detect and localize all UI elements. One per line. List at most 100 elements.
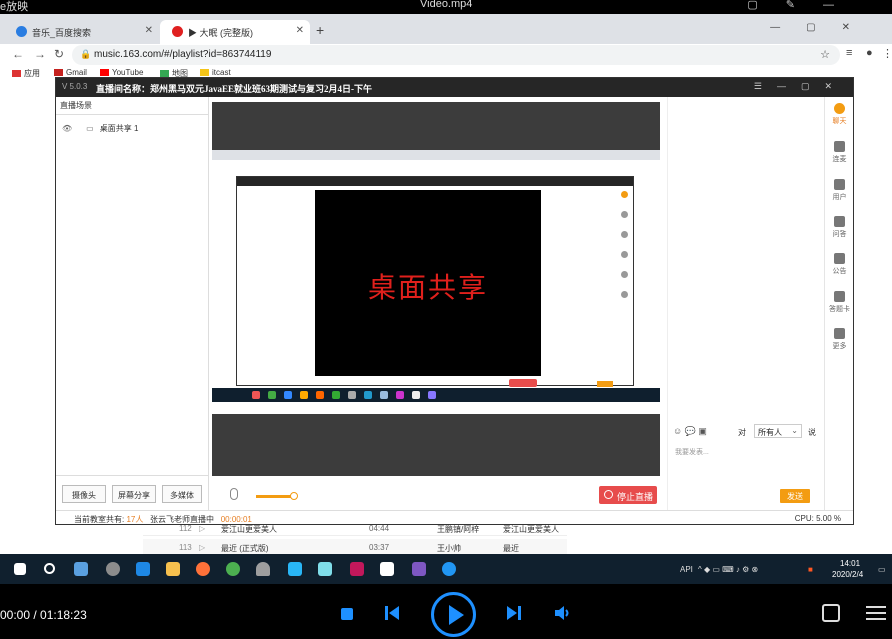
phone-icon (834, 141, 845, 152)
tab-netease-music[interactable]: ▶ 大眠 (完整版) ✕ (160, 20, 310, 44)
netease-favicon-icon (172, 26, 183, 37)
bookmark-itcast[interactable]: itcast (200, 68, 231, 77)
live-preview: 桌面共享 ↖ (212, 102, 660, 485)
scenes-title: 直播场景 (60, 101, 92, 110)
mic-volume-knob[interactable] (290, 492, 298, 500)
notice-icon (834, 253, 845, 264)
feather-icon[interactable] (412, 562, 426, 576)
url-text: music.163.com/#/playlist?id=863744119 (94, 49, 272, 60)
tab-baidu-search[interactable]: 音乐_百度搜索 ✕ (4, 20, 159, 44)
capture-address-bar (212, 160, 660, 168)
close-tab-icon[interactable]: ✕ (296, 25, 304, 36)
clock-time[interactable]: 14:01 (840, 559, 860, 568)
forward-icon[interactable]: → (34, 47, 46, 61)
maps-icon (160, 70, 169, 77)
screen-share-button[interactable]: 屏幕分享 (112, 485, 156, 503)
reload-icon[interactable]: ↻ (54, 47, 64, 61)
bookmark-gmail[interactable]: Gmail (54, 68, 87, 77)
side-item-chat[interactable]: 聊天 (825, 103, 854, 126)
lock-icon: 🔒 (80, 49, 92, 59)
tab-strip: 音乐_百度搜索 ✕ ▶ 大眠 (完整版) ✕ + —▢✕ (0, 14, 892, 44)
close-tab-icon[interactable]: ✕ (145, 25, 153, 36)
recipient-select[interactable]: 所有人 ⌄ (754, 424, 802, 438)
grid-icon (834, 328, 845, 339)
url-field[interactable]: 🔒 music.163.com/#/playlist?id=863744119 … (72, 45, 840, 65)
browser-window-controls[interactable]: —▢✕ (770, 22, 876, 33)
play-icon (449, 605, 464, 625)
chat-icon (834, 103, 845, 114)
stop-icon[interactable] (341, 608, 353, 620)
capture-stop-button (509, 379, 537, 387)
play-button[interactable] (431, 592, 476, 637)
capture-taskbar (212, 388, 660, 402)
notes-icon[interactable] (318, 562, 332, 576)
bookmark-apps[interactable]: 应用 (12, 68, 40, 79)
notification-icon[interactable]: ▭ (878, 565, 886, 574)
tray-icons[interactable]: ^ ◆ ▭ ⌨ ♪ ⚙ ⊗ (698, 565, 758, 574)
tray-s-icon[interactable]: ■ (808, 565, 813, 574)
settings-sliders-icon[interactable] (866, 604, 886, 622)
play-icon[interactable]: ▷ (199, 524, 205, 533)
windows-start-icon[interactable] (14, 563, 26, 575)
bookmark-youtube[interactable]: YouTube (100, 68, 143, 77)
api-tray-label: API (680, 565, 693, 574)
live-app-window: V 5.0.3 直播间名称：郑州黑马双元JavaEE就业班63期测试与复习2月4… (55, 77, 854, 525)
search-icon[interactable] (44, 563, 55, 574)
profile-icon[interactable]: ● (866, 47, 873, 59)
side-item-answer-card[interactable]: 答题卡 (825, 291, 854, 314)
online-count: 17人 (126, 515, 144, 524)
stop-live-button[interactable]: 停止直播 (599, 486, 657, 504)
camera-button[interactable]: 摄像头 (62, 485, 106, 503)
screenshot-icon[interactable] (822, 604, 840, 622)
chat-toolbar-icons[interactable]: ☺ 💬 ▣ (673, 426, 707, 437)
settings-icon[interactable] (106, 562, 120, 576)
intellij-icon[interactable] (350, 562, 364, 576)
side-item-users[interactable]: 用户 (825, 179, 854, 202)
send-button[interactable]: 发送 (780, 489, 810, 503)
task-view-icon[interactable] (74, 562, 88, 576)
file-explorer-icon[interactable] (166, 562, 180, 576)
table-row[interactable]: 113 ▷ 最近 (正式版) 03:37 王小帅 最近 (143, 539, 567, 555)
bookmark-star-icon[interactable]: ☆ (820, 48, 830, 61)
menu-icon[interactable]: ⋮ (882, 47, 892, 60)
back-icon[interactable]: ← (12, 47, 24, 61)
previous-icon[interactable] (384, 605, 400, 621)
eye-icon[interactable]: 👁 (62, 124, 72, 133)
playback-timecode: 00:00 / 01:18:23 (0, 608, 87, 622)
side-item-qa[interactable]: 问答 (825, 216, 854, 239)
app-window-controls[interactable]: ☰—▢✕ (754, 81, 847, 92)
player-title-bar: e放映 Video.mp4 ▢✎— (0, 0, 892, 14)
firefox-icon[interactable] (196, 562, 210, 576)
player-controls: 00:00 / 01:18:23 (0, 584, 892, 639)
app-title-bar: V 5.0.3 直播间名称：郑州黑马双元JavaEE就业班63期测试与复习2月4… (56, 78, 853, 97)
typora-icon[interactable] (380, 562, 394, 576)
chrome-icon[interactable] (226, 562, 240, 576)
next-icon[interactable] (506, 605, 522, 621)
capture-bookmarks (212, 168, 660, 175)
edit-icon (834, 291, 845, 302)
new-tab-icon[interactable]: + (316, 22, 324, 38)
live-app-taskbar-icon[interactable] (288, 562, 302, 576)
mic-volume-slider[interactable] (256, 495, 292, 498)
playlist-ext-icon[interactable]: ≡ (846, 47, 852, 59)
side-item-mic-link[interactable]: 连麦 (825, 141, 854, 164)
player-app-label: e放映 (0, 1, 29, 13)
chat-input[interactable]: 我要发表... (675, 447, 709, 457)
media-button[interactable]: 多媒体 (162, 485, 202, 503)
youtube-icon (100, 69, 109, 76)
online-label: 当前教室共有: (74, 515, 125, 524)
volume-icon[interactable] (554, 605, 572, 621)
player-window-icons[interactable]: ▢✎— (747, 0, 862, 11)
scene-item[interactable]: 👁 ▭ 桌面共享 1 (62, 123, 138, 134)
play-icon[interactable]: ▷ (199, 543, 205, 552)
clock-date[interactable]: 2020/2/4 (832, 570, 863, 579)
edge-icon[interactable] (136, 562, 150, 576)
elapsed-time: 00:00:01 (220, 515, 252, 524)
room-name: 直播间名称：郑州黑马双元JavaEE就业班63期测试与复习2月4日-下午 (96, 84, 373, 94)
microphone-icon[interactable] (230, 488, 238, 500)
side-item-more[interactable]: 更多 (825, 328, 854, 351)
baidu-favicon-icon (16, 26, 27, 37)
teamviewer-icon[interactable] (442, 562, 456, 576)
side-item-notice[interactable]: 公告 (825, 253, 854, 276)
app-icon[interactable] (256, 562, 270, 576)
